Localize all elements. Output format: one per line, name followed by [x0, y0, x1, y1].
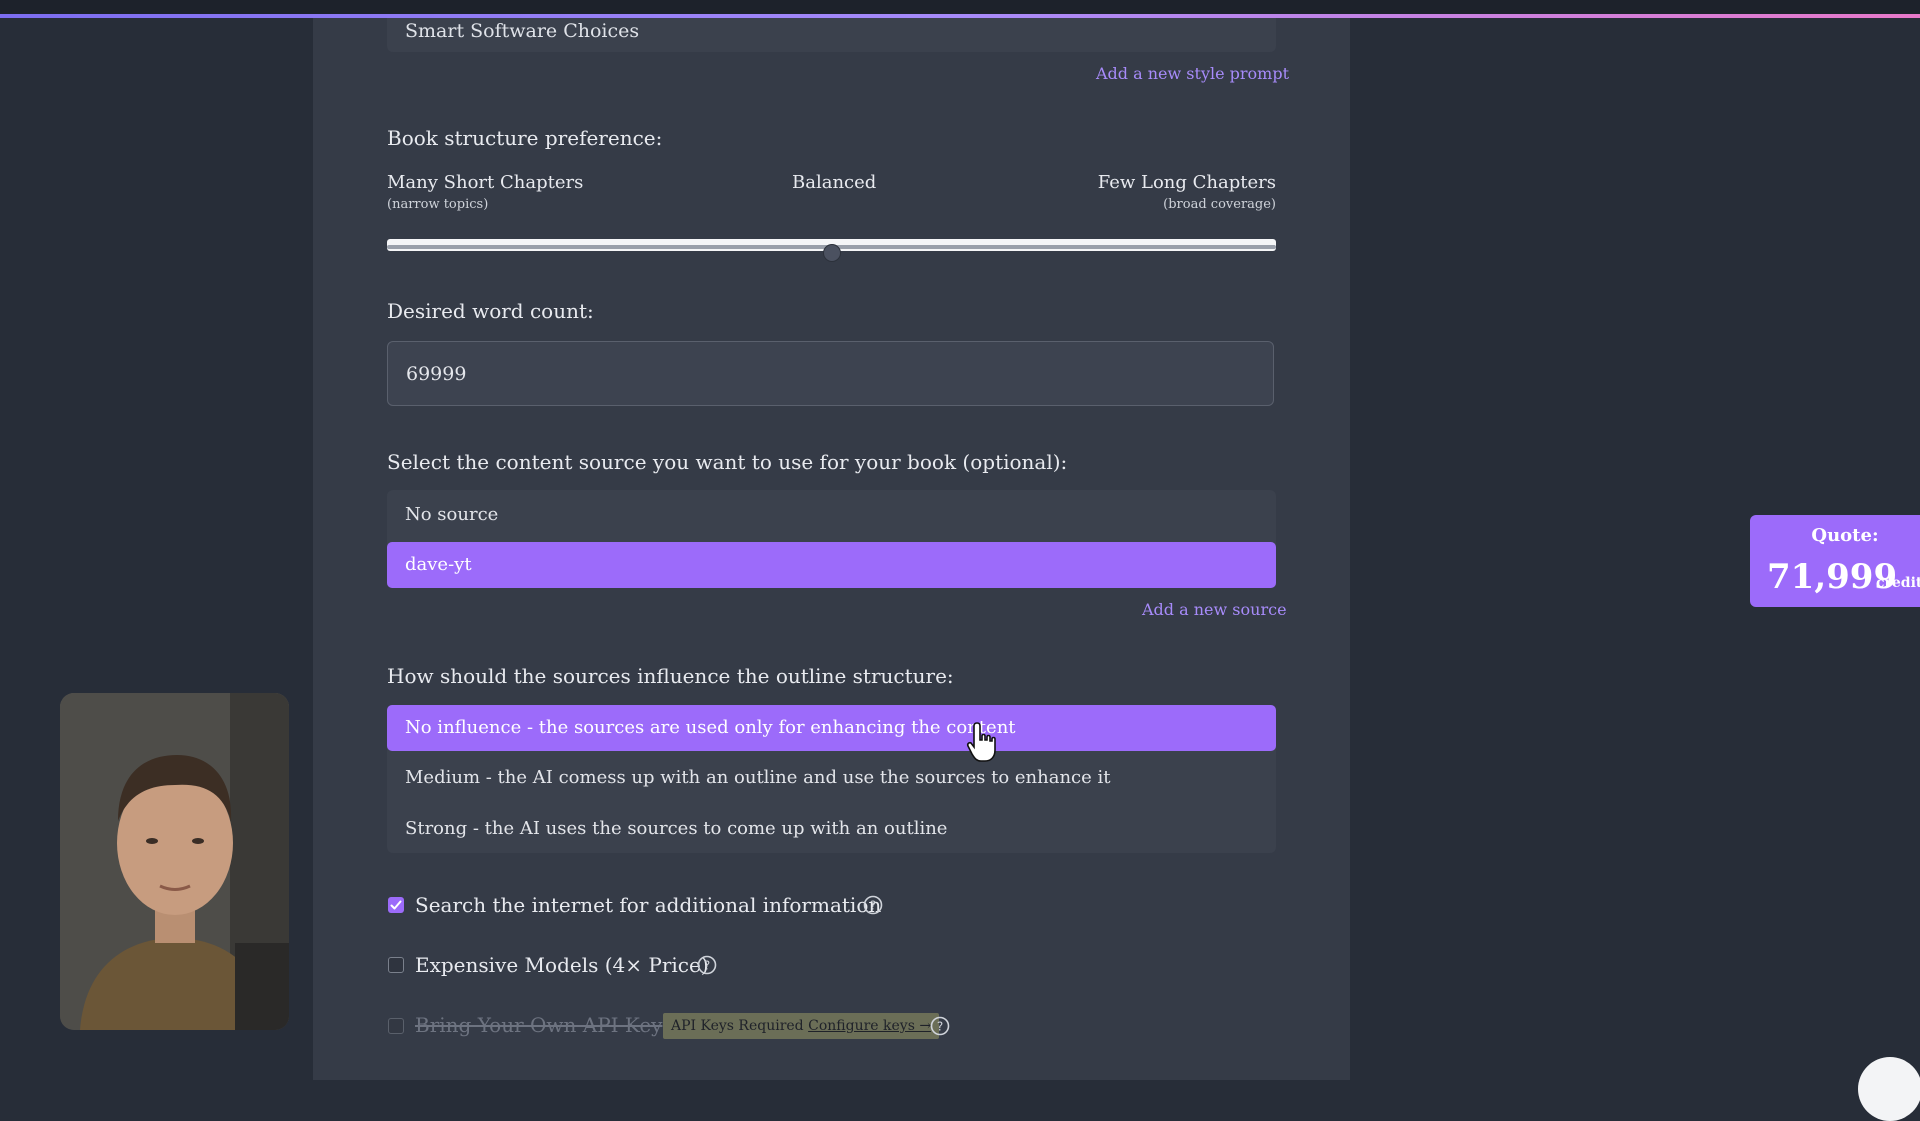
presenter-video-image — [60, 693, 289, 1030]
structure-heading: Book structure preference: — [387, 126, 663, 150]
api-keys-badge: API Keys Required Configure keys → — [663, 1013, 940, 1039]
source-heading: Select the content source you want to us… — [387, 450, 1068, 474]
search-internet-label: Search the internet for additional infor… — [415, 893, 882, 917]
quote-title: Quote: — [1811, 525, 1879, 546]
byok-label: Bring Your Own API Key — [415, 1013, 663, 1037]
slider-right-sub: (broad coverage) — [1163, 197, 1276, 212]
source-listbox: No source dave-yt — [387, 490, 1276, 588]
source-option-dave-yt[interactable]: dave-yt — [387, 542, 1276, 588]
influence-option-none[interactable]: No influence - the sources are used only… — [387, 705, 1276, 751]
svg-text:?: ? — [937, 1020, 943, 1034]
word-count-input[interactable] — [387, 341, 1274, 406]
webcam-overlay — [60, 693, 289, 1030]
structure-slider-thumb[interactable] — [822, 244, 841, 262]
help-icon[interactable]: ? — [930, 1016, 950, 1036]
byok-checkbox[interactable] — [388, 1018, 404, 1034]
top-bar — [0, 0, 1920, 14]
slider-mid-title: Balanced — [792, 172, 877, 193]
help-icon[interactable]: ? — [697, 955, 717, 975]
floating-action-button[interactable] — [1858, 1057, 1920, 1121]
influence-heading: How should the sources influence the out… — [387, 664, 954, 688]
influence-option-medium[interactable]: Medium - the AI comess up with an outlin… — [387, 755, 1276, 801]
quote-widget: Quote: 71,999 credits — [1750, 515, 1920, 607]
word-count-heading: Desired word count: — [387, 299, 594, 323]
influence-listbox: No influence - the sources are used only… — [387, 705, 1276, 853]
expensive-models-checkbox[interactable] — [388, 957, 404, 973]
quote-unit: credits — [1876, 575, 1920, 591]
add-source-link[interactable]: Add a new source — [1142, 600, 1287, 619]
svg-text:?: ? — [704, 959, 710, 973]
svg-text:?: ? — [870, 899, 876, 913]
style-prompt-selected[interactable]: Smart Software Choices — [387, 18, 1276, 52]
slider-left-title: Many Short Chapters — [387, 172, 584, 193]
expensive-models-label: Expensive Models (4× Price) — [415, 953, 709, 977]
source-option-none[interactable]: No source — [387, 492, 1276, 538]
api-keys-badge-text: API Keys Required — [671, 1018, 804, 1034]
slider-left-sub: (narrow topics) — [387, 197, 489, 212]
add-style-prompt-link[interactable]: Add a new style prompt — [1096, 64, 1289, 83]
help-icon[interactable]: ? — [863, 895, 883, 915]
hand-cursor-icon — [966, 722, 996, 762]
search-internet-checkbox[interactable] — [388, 897, 404, 913]
style-prompt-label: Smart Software Choices — [405, 20, 640, 42]
configure-keys-link[interactable]: Configure keys → — [808, 1018, 931, 1034]
slider-right-title: Few Long Chapters — [1097, 172, 1276, 193]
checkmark-icon — [390, 900, 402, 910]
influence-option-strong[interactable]: Strong - the AI uses the sources to come… — [387, 806, 1276, 852]
